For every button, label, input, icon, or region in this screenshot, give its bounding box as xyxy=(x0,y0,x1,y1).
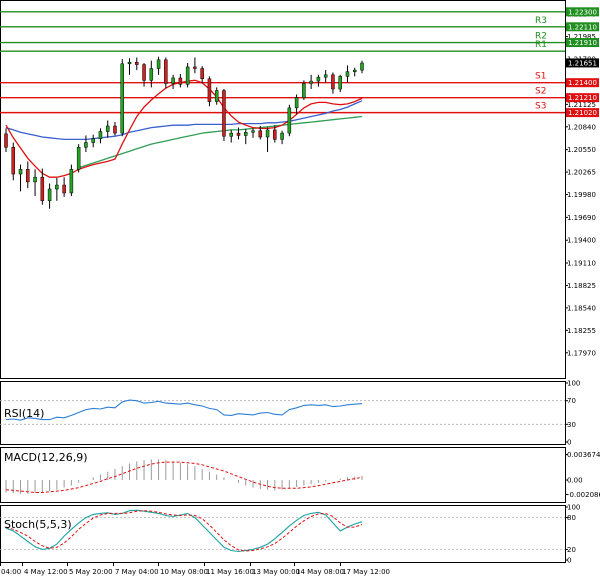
candle-body xyxy=(4,133,8,148)
price-axis-tick-label: 1.20550 xyxy=(567,146,596,154)
price-axis-tick-label: 1.18540 xyxy=(567,304,596,312)
candle-body xyxy=(229,132,233,137)
time-axis-label: 10 May 08:00 xyxy=(160,568,208,576)
level-price-label: 1.22300 xyxy=(568,8,597,16)
time-axis-label: 4 May 12:00 xyxy=(24,568,68,576)
level-price-label: 1.21210 xyxy=(568,94,597,102)
candle-body xyxy=(323,74,328,78)
rsi-axis-tick-label: 100 xyxy=(567,380,580,388)
candle-body xyxy=(120,63,124,134)
candle-body xyxy=(294,97,299,109)
price-axis-tick-label: 1.18825 xyxy=(567,282,596,290)
level-name: R1 xyxy=(535,40,547,50)
candle-body xyxy=(193,66,197,69)
time-axis-label: 17 May 12:00 xyxy=(342,568,390,576)
candle-body xyxy=(127,61,132,65)
candle-body xyxy=(345,71,350,77)
candle-body xyxy=(11,147,16,175)
rsi-title: RSI(14) xyxy=(4,407,44,420)
candle-body xyxy=(302,83,306,98)
candle-body xyxy=(244,132,248,136)
candle-body xyxy=(47,188,52,202)
level-price-label: 1.21020 xyxy=(568,109,597,117)
candle-body xyxy=(135,61,139,65)
level-name: S3 xyxy=(535,102,546,112)
price-axis-tick-label: 1.19110 xyxy=(567,260,596,268)
candle-body xyxy=(360,62,364,71)
candle-body xyxy=(91,138,95,143)
macd-axis-tick-label: -0.002086 xyxy=(567,491,600,499)
stoch-axis-tick-label: 0 xyxy=(567,557,571,565)
candle-body xyxy=(164,59,168,84)
time-axis-label: 11 May 16:00 xyxy=(206,568,254,576)
time-axis-label: 14 May 08:00 xyxy=(296,568,344,576)
candle-body xyxy=(352,69,357,72)
candle-body xyxy=(338,76,342,90)
candle-body xyxy=(113,125,117,134)
macd-title: MACD(12,26,9) xyxy=(4,451,88,464)
level-name: R3 xyxy=(535,16,547,26)
price-axis-tick-label: 1.19980 xyxy=(567,191,596,199)
candle-body xyxy=(287,107,292,134)
time-axis-label: 04:00 xyxy=(1,568,21,576)
candle-body xyxy=(33,176,37,183)
candle-body xyxy=(98,131,103,139)
rsi-axis-tick-label: 0 xyxy=(567,439,571,447)
stoch-axis-tick-label: 80 xyxy=(567,514,576,522)
candle-body xyxy=(55,184,59,190)
price-axis-tick-label: 1.17970 xyxy=(567,349,596,357)
candle-body xyxy=(84,142,88,148)
price-axis-tick-label: 1.18255 xyxy=(567,327,596,335)
level-name: S2 xyxy=(535,87,546,97)
candle-body xyxy=(105,125,110,132)
rsi-axis-tick-label: 70 xyxy=(567,397,576,405)
candle-body xyxy=(236,132,241,136)
time-axis-label: 7 May 04:00 xyxy=(115,568,159,576)
candle-body xyxy=(171,77,175,84)
stoch-title: Stoch(5,5,3) xyxy=(4,518,72,531)
price-axis-tick-label: 1.20265 xyxy=(567,169,596,177)
background xyxy=(0,0,600,582)
candle-body xyxy=(214,90,219,102)
candle-body xyxy=(149,68,154,81)
candle-body xyxy=(280,132,284,140)
candle-body xyxy=(26,169,30,183)
stoch-axis-tick-label: 100 xyxy=(567,504,580,512)
candle-body xyxy=(265,129,270,138)
candle-body xyxy=(273,129,277,140)
candle-body xyxy=(258,130,263,138)
candle-body xyxy=(185,66,190,85)
candle-body xyxy=(207,78,212,102)
price-chart: 1.17970 1.18255 1.18540 1.18825 1.19110 1.194… xyxy=(0,0,600,582)
candle-body xyxy=(156,59,161,69)
level-price-label: 1.21400 xyxy=(568,79,597,87)
candle-body xyxy=(69,169,74,194)
candle-body xyxy=(200,68,204,79)
candle-body xyxy=(309,80,313,84)
candle-body xyxy=(178,77,183,85)
candle-body xyxy=(222,90,226,137)
rsi-axis-tick-label: 30 xyxy=(567,421,576,429)
candle-body xyxy=(18,169,23,175)
level-name: S1 xyxy=(535,72,546,82)
time-axis-label: 13 May 00:00 xyxy=(252,568,300,576)
price-axis-tick-label: 1.19690 xyxy=(567,214,596,222)
candle-body xyxy=(331,74,335,90)
level-price-label: 1.22110 xyxy=(568,23,597,31)
time-axis-label: 5 May 20:00 xyxy=(69,568,113,576)
candle-body xyxy=(316,76,321,82)
candle-body xyxy=(76,147,81,170)
candle-body xyxy=(251,130,255,133)
stoch-axis-tick-label: 20 xyxy=(567,546,576,554)
candle-body xyxy=(142,64,146,81)
candle-body xyxy=(62,184,66,194)
price-axis-tick-label: 1.19400 xyxy=(567,237,596,245)
price-axis-tick-label: 1.20840 xyxy=(567,123,596,131)
macd-axis-tick-label: 0.00 xyxy=(567,477,583,485)
candle-body xyxy=(40,176,45,202)
macd-axis-tick-label: 0.003674 xyxy=(567,451,600,459)
level-price-label: 1.21910 xyxy=(568,39,597,47)
current-price-label: 1.21651 xyxy=(568,59,597,67)
